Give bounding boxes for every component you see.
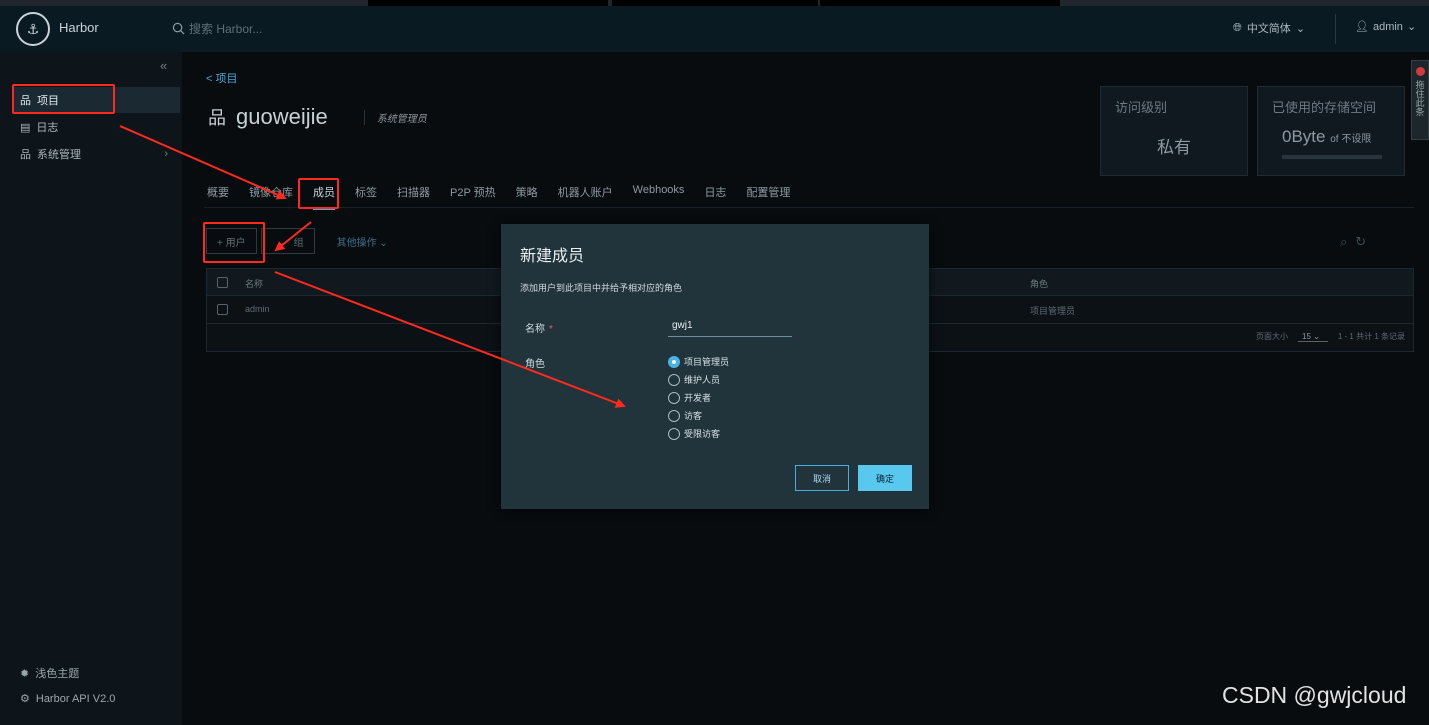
project-header: 品 guoweijie 系统管理员	[208, 104, 427, 130]
side-drag-tab[interactable]: 拖住此条	[1411, 60, 1429, 140]
annotation-box-add-user	[203, 222, 265, 263]
role-option-label: 项目管理员	[684, 357, 730, 367]
page-size-label: 页面大小	[1256, 332, 1289, 341]
confirm-button[interactable]: 确定	[858, 465, 912, 491]
annotation-box-projects	[12, 84, 115, 114]
cancel-button[interactable]: 取消	[795, 465, 849, 491]
table-tools: ⌕ ↻	[1340, 234, 1366, 250]
sidebar-item-label: 日志	[36, 122, 59, 134]
radio-icon	[668, 391, 680, 404]
access-level-value: 私有	[1157, 138, 1191, 157]
row-checkbox[interactable]	[217, 304, 228, 315]
harbor-logo-icon[interactable]: ⚓	[16, 12, 50, 46]
logs-icon: ▤	[20, 121, 31, 134]
select-all-checkbox[interactable]	[217, 277, 228, 288]
radio-icon	[668, 373, 680, 386]
other-operations-dropdown[interactable]: 其他操作 ⌄	[337, 234, 388, 249]
member-role: 项目管理员	[1030, 306, 1076, 316]
sidebar-item-label: 系统管理	[37, 149, 81, 161]
brand-name[interactable]: Harbor	[59, 20, 99, 35]
project-name: guoweijie	[236, 104, 328, 129]
search-icon	[172, 22, 185, 35]
user-menu[interactable]: 👤︎ admin ⌄	[1355, 20, 1417, 34]
member-name-input[interactable]: gwj1	[668, 320, 792, 337]
api-label: Harbor API V2.0	[35, 692, 116, 705]
new-member-modal: 新建成员 添加用户到此项目中并给予相对应的角色 名称 * gwj1 角色 项目管理…	[501, 224, 929, 509]
role-option-developer[interactable]: 开发者	[668, 391, 711, 404]
storage-title: 已使用的存储空间	[1272, 100, 1377, 115]
search-input[interactable]: 搜索 Harbor...	[189, 20, 262, 37]
radio-icon	[668, 427, 680, 440]
annotation-box-members-tab	[298, 178, 339, 209]
sidebar-item-logs[interactable]: ▤ 日志	[12, 114, 180, 140]
column-header-role[interactable]: 角色	[1030, 277, 1048, 290]
name-label: 名称 *	[525, 324, 553, 335]
role-option-label: 开发者	[684, 393, 712, 403]
user-name: admin	[1372, 20, 1403, 33]
admin-icon: 品	[20, 149, 31, 161]
collapse-sidebar-icon[interactable]: «	[160, 58, 167, 73]
pagination-summary: 1 - 1 共计 1 条记录	[1337, 332, 1405, 341]
table-footer: 页面大小 15 ⌄ 1 - 1 共计 1 条记录	[1256, 331, 1405, 342]
modal-description: 添加用户到此项目中并给予相对应的角色	[520, 283, 683, 293]
role-option-label: 维护人员	[684, 375, 721, 385]
tab-underline	[204, 207, 1414, 208]
page-size-select[interactable]: 15 ⌄	[1298, 332, 1328, 342]
member-name: admin	[245, 304, 270, 314]
search-icon[interactable]: ⌕	[1340, 234, 1347, 250]
chevron-down-icon: ⌄	[1406, 21, 1417, 33]
watermark: CSDN @gwjcloud	[1222, 682, 1407, 708]
theme-toggle[interactable]: ✹ 浅色主题	[20, 665, 79, 681]
storage-card: 已使用的存储空间 0Byte of 不设限	[1257, 86, 1405, 176]
storage-usage-bar	[1282, 155, 1382, 159]
chevron-right-icon: ›	[164, 148, 168, 160]
role-option-limited-guest[interactable]: 受限访客	[668, 427, 720, 440]
project-role: 系统管理员	[363, 109, 427, 125]
role-option-label: 访客	[684, 411, 703, 421]
api-link[interactable]: ⚙ Harbor API V2.0	[20, 692, 116, 706]
language-label: 中文简体	[1246, 23, 1291, 35]
modal-title: 新建成员	[520, 248, 585, 265]
radio-selected-icon	[668, 355, 680, 368]
side-drag-label: 拖住此条	[1414, 80, 1425, 116]
storage-value: 0Byte of 不设限	[1282, 127, 1372, 146]
header-divider	[1335, 14, 1336, 44]
column-header-name[interactable]: 名称	[245, 277, 263, 290]
theme-label: 浅色主题	[35, 668, 80, 680]
chevron-down-icon: ⌄	[1295, 22, 1306, 35]
role-option-guest[interactable]: 访客	[668, 409, 702, 422]
close-dot-icon[interactable]	[1415, 67, 1425, 76]
refresh-icon[interactable]: ↻	[1355, 234, 1366, 250]
sun-icon: ✹	[20, 667, 30, 680]
globe-icon: 🌐︎	[1233, 21, 1242, 34]
api-icon: ⚙	[20, 693, 30, 705]
add-group-button[interactable]: 组	[260, 228, 315, 254]
role-label: 角色	[525, 359, 545, 370]
radio-icon	[668, 409, 680, 422]
language-selector[interactable]: 🌐︎ 中文简体 ⌄	[1233, 20, 1305, 36]
top-header: ⚓ Harbor 搜索 Harbor... 🌐︎ 中文简体 ⌄ 👤︎ admin…	[0, 6, 1429, 52]
project-icon: 品	[208, 108, 226, 128]
sidebar-item-admin[interactable]: 品 系统管理 ›	[12, 141, 180, 167]
role-option-label: 受限访客	[684, 429, 721, 439]
user-icon: 👤︎	[1355, 21, 1369, 33]
role-option-project-admin[interactable]: 项目管理员	[668, 355, 729, 368]
global-search[interactable]: 搜索 Harbor...	[172, 20, 262, 37]
role-option-maintainer[interactable]: 维护人员	[668, 373, 720, 386]
back-to-projects-link[interactable]: < 项目	[206, 70, 237, 86]
access-level-title: 访问级别	[1115, 100, 1168, 115]
sidebar: « 品 项目 ▤ 日志 品 系统管理 › ✹ 浅色主题 ⚙ Harbor API…	[0, 52, 182, 725]
access-level-card: 访问级别 私有	[1100, 86, 1248, 176]
